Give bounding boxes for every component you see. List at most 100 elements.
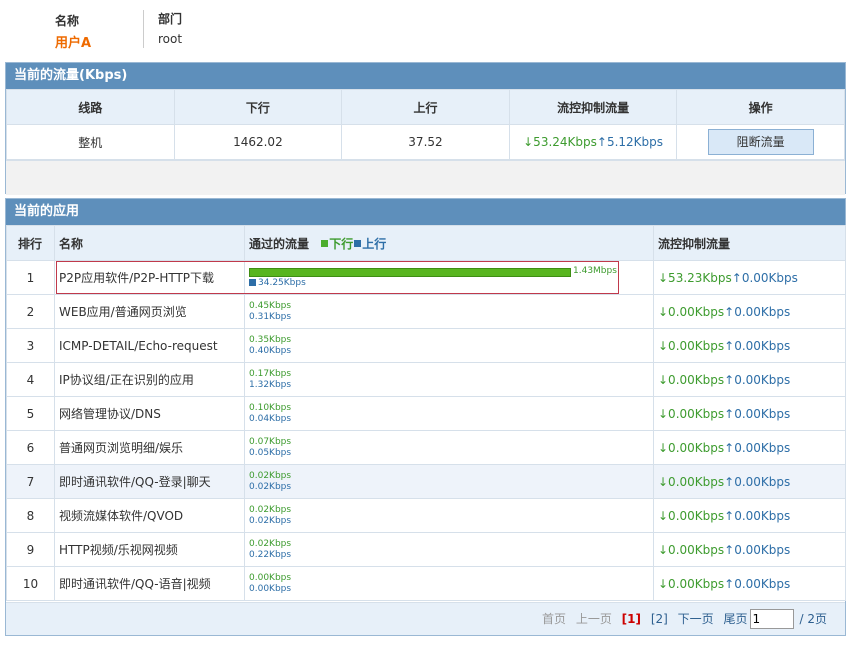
app-ctrl-cell: ↓0.00Kbps↑0.00Kbps (653, 532, 846, 567)
flow-down-text: 0.00Kbps (249, 572, 292, 583)
app-ctrl-down: ↓53.23Kbps (658, 270, 732, 285)
app-rank: 8 (6, 498, 55, 533)
app-flow-cell: 0.02Kbps 0.02Kbps (244, 464, 654, 499)
flow-down-text: 1.43Mbps (573, 266, 617, 276)
traffic-header-up: 上行 (341, 89, 510, 125)
app-ctrl-cell: ↓0.00Kbps↑0.00Kbps (653, 362, 846, 397)
apps-header-rank: 排行 (6, 225, 55, 261)
app-row: 6 普通网页浏览明细/娱乐 0.07Kbps 0.05Kbps ↓0.00Kbps↑0.… (6, 430, 846, 465)
traffic-action-cell: 阻断流量 (676, 124, 845, 160)
traffic-panel: 当前的流量(Kbps) 线路 下行 上行 流控抑制流量 操作 整机 1462.0… (5, 62, 846, 195)
legend-up-swatch-icon (354, 240, 362, 247)
app-rank: 2 (6, 294, 55, 329)
flow-down-text: 0.07Kbps (249, 436, 292, 447)
flow-up-text: 0.04Kbps (249, 413, 292, 424)
pager-first: 首页 (541, 611, 566, 626)
flow-up-line: 34.25Kbps (249, 278, 649, 289)
flow-down-text: 0.17Kbps (249, 368, 292, 379)
pager-next[interactable]: 下一页 (678, 612, 714, 626)
pager-last[interactable]: 尾页 (723, 612, 747, 626)
user-dept-label: 部门 (158, 12, 183, 26)
app-ctrl-up: ↑0.00Kbps (724, 406, 791, 421)
app-name: 网络管理协议/DNS (54, 396, 245, 431)
flow-down-text: 0.10Kbps (249, 402, 292, 413)
pager-page-2[interactable]: [2] (651, 612, 668, 626)
app-rank: 4 (6, 362, 55, 397)
app-flow-cell: 0.02Kbps 0.22Kbps (244, 532, 654, 567)
app-ctrl-cell: ↓0.00Kbps↑0.00Kbps (653, 566, 846, 601)
app-name: IP协议组/正在识别的应用 (54, 362, 245, 397)
app-ctrl-cell: ↓0.00Kbps↑0.00Kbps (653, 396, 846, 431)
app-row: 8 视频流媒体软件/QVOD 0.02Kbps 0.02Kbps ↓0.00Kbps↑0… (6, 498, 846, 533)
pager: 首页 上一页 [1] [2] 下一页 尾页 / 2页 (6, 602, 845, 635)
app-ctrl-down: ↓0.00Kbps (658, 508, 725, 523)
block-traffic-button[interactable]: 阻断流量 (707, 129, 814, 155)
user-name-label: 名称 (55, 14, 80, 28)
app-name: WEB应用/普通网页浏览 (54, 294, 245, 329)
app-name: HTTP视频/乐视网视频 (54, 532, 245, 567)
app-name: P2P应用软件/P2P-HTTP下载 (54, 260, 245, 295)
traffic-ctrl-up: ↑5.12Kbps (596, 135, 664, 149)
flow-up-text: 0.00Kbps (249, 583, 292, 594)
flow-up-text: 0.02Kbps (249, 515, 292, 526)
app-ctrl-down: ↓0.00Kbps (658, 372, 725, 387)
app-row: 3 ICMP-DETAIL/Echo-request 0.35Kbps 0.40Kbp… (6, 328, 846, 363)
user-dept-block: 部门 root (143, 10, 182, 48)
apps-panel: 当前的应用 排行 名称 通过的流量 下行 上行 流控抑制流量 1 P2P应用软件/P… (5, 198, 846, 636)
flow-down-bar: 1.43Mbps (249, 266, 649, 278)
app-rank: 7 (6, 464, 55, 499)
pager-total: / 2页 (799, 611, 828, 626)
app-flow-cell: 0.02Kbps 0.02Kbps (244, 498, 654, 533)
pager-current-page: [1] (621, 611, 641, 626)
app-name: ICMP-DETAIL/Echo-request (54, 328, 245, 363)
app-rank: 3 (6, 328, 55, 363)
app-flow-cell: 1.43Mbps 34.25Kbps (244, 260, 654, 295)
app-ctrl-up: ↑0.00Kbps (724, 508, 791, 523)
app-ctrl-down: ↓0.00Kbps (658, 474, 725, 489)
app-ctrl-cell: ↓0.00Kbps↑0.00Kbps (653, 328, 846, 363)
app-row: 9 HTTP视频/乐视网视频 0.02Kbps 0.22Kbps ↓0.00Kbps↑0… (6, 532, 846, 567)
app-flow-cell: 0.00Kbps 0.00Kbps (244, 566, 654, 601)
app-ctrl-cell: ↓0.00Kbps↑0.00Kbps (653, 430, 846, 465)
flow-down-text: 0.02Kbps (249, 470, 292, 481)
flow-down-bar-fill (249, 268, 571, 277)
traffic-down: 1462.02 (173, 124, 343, 160)
traffic-ctrl-down: ↓53.24Kbps (523, 135, 597, 149)
flow-up-text: 0.05Kbps (249, 447, 292, 458)
app-ctrl-cell: ↓0.00Kbps↑0.00Kbps (653, 464, 846, 499)
apps-header-flow: 通过的流量 下行 上行 (244, 225, 654, 261)
flow-up-bar-icon (249, 279, 256, 286)
app-ctrl-up: ↑0.00Kbps (724, 372, 791, 387)
app-rank: 6 (6, 430, 55, 465)
apps-table: 排行 名称 通过的流量 下行 上行 流控抑制流量 1 P2P应用软件/P2P-HTT… (6, 225, 846, 601)
app-ctrl-down: ↓0.00Kbps (658, 338, 725, 353)
flow-up-text: 1.32Kbps (249, 379, 292, 390)
flow-down-text: 0.35Kbps (249, 334, 292, 345)
app-row: 1 P2P应用软件/P2P-HTTP下载 1.43Mbps 34.25Kbps ↓53.… (6, 260, 846, 295)
app-name: 即时通讯软件/QQ-语音|视频 (54, 566, 245, 601)
traffic-ctrl: ↓53.24Kbps↑5.12Kbps (508, 124, 678, 160)
app-ctrl-up: ↑0.00Kbps (724, 474, 791, 489)
app-ctrl-down: ↓0.00Kbps (658, 576, 725, 591)
app-ctrl-cell: ↓0.00Kbps↑0.00Kbps (653, 294, 846, 329)
legend-down-swatch-icon (321, 240, 329, 247)
app-ctrl-up: ↑0.00Kbps (724, 338, 791, 353)
traffic-header-ctrl: 流控抑制流量 (508, 89, 678, 125)
flow-down-text: 0.45Kbps (249, 300, 292, 311)
app-flow-cell: 0.35Kbps 0.40Kbps (244, 328, 654, 363)
app-ctrl-up: ↑0.00Kbps (731, 270, 798, 285)
app-flow-cell: 0.10Kbps 0.04Kbps (244, 396, 654, 431)
flow-up-text: 0.22Kbps (249, 549, 292, 560)
pager-prev: 上一页 (575, 611, 612, 626)
legend-down-label: 下行 (329, 236, 354, 251)
app-ctrl-down: ↓0.00Kbps (658, 406, 725, 421)
traffic-empty-area (6, 160, 845, 195)
app-name: 即时通讯软件/QQ-登录|聊天 (54, 464, 245, 499)
app-rank: 10 (6, 566, 55, 601)
app-name: 普通网页浏览明细/娱乐 (54, 430, 245, 465)
app-flow-cell: 0.17Kbps 1.32Kbps (244, 362, 654, 397)
flow-down-text: 0.02Kbps (249, 538, 292, 549)
app-row: 2 WEB应用/普通网页浏览 0.45Kbps 0.31Kbps ↓0.00Kbps↑0… (6, 294, 846, 329)
traffic-header-down: 下行 (173, 89, 343, 125)
pager-page-input[interactable] (749, 609, 794, 629)
